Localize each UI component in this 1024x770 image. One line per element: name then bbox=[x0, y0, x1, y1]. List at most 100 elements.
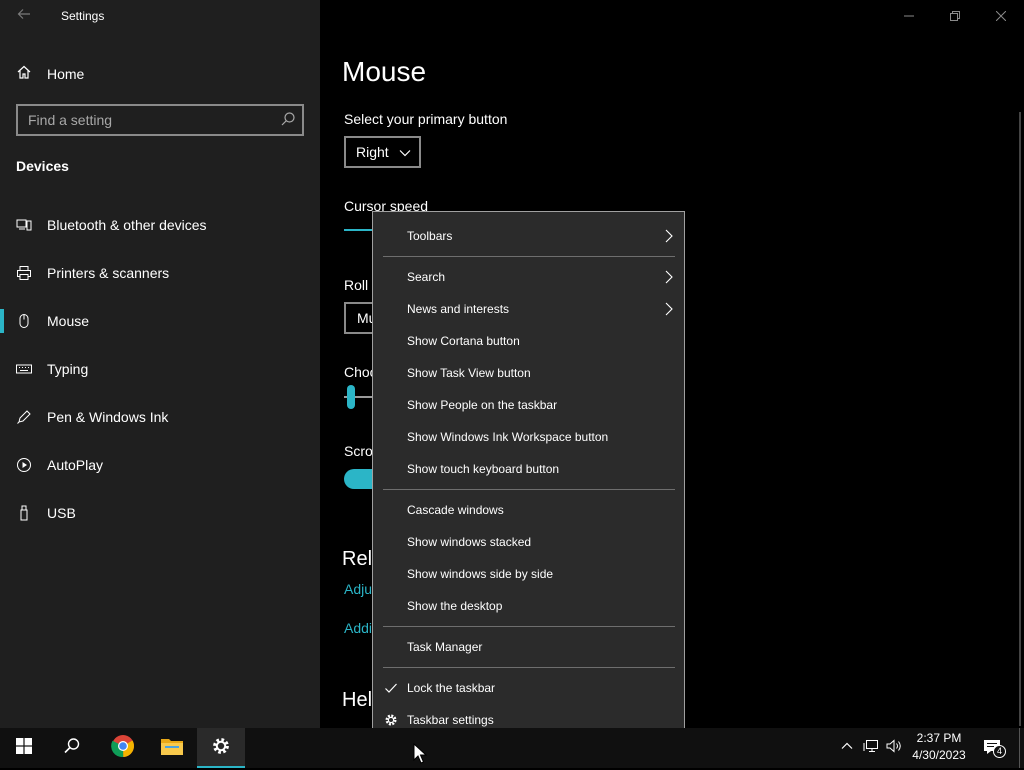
page-title: Mouse bbox=[342, 56, 427, 87]
primary-button-label: Select your primary button bbox=[344, 111, 508, 127]
menu-item-task-manager[interactable]: Task Manager bbox=[373, 631, 684, 663]
scrollbar[interactable] bbox=[1019, 112, 1021, 726]
additional-options-link[interactable]: Addi bbox=[344, 620, 372, 636]
menu-item-label: Show Task View button bbox=[407, 366, 531, 380]
section-title: Devices bbox=[16, 158, 69, 174]
action-center-button[interactable]: 4 bbox=[979, 728, 1009, 768]
menu-item-show-ink-workspace[interactable]: Show Windows Ink Workspace button bbox=[373, 421, 684, 453]
chevron-right-icon bbox=[662, 270, 676, 289]
search-icon bbox=[63, 737, 81, 760]
sidebar-item-label: Printers & scanners bbox=[47, 265, 170, 281]
pen-icon bbox=[16, 409, 32, 425]
start-button[interactable] bbox=[0, 728, 48, 768]
menu-item-windows-side-by-side[interactable]: Show windows side by side bbox=[373, 558, 684, 590]
app-title: Settings bbox=[61, 9, 105, 23]
taskbar-settings-button[interactable] bbox=[197, 728, 245, 768]
sidebar-item-usb[interactable]: USB bbox=[0, 493, 320, 533]
menu-item-label: Taskbar settings bbox=[407, 713, 494, 727]
roll-label: Roll bbox=[344, 277, 369, 293]
taskbar-chrome-button[interactable] bbox=[99, 728, 147, 768]
menu-item-label: Show touch keyboard button bbox=[407, 462, 560, 476]
menu-item-label: Task Manager bbox=[407, 640, 483, 654]
menu-item-show-cortana[interactable]: Show Cortana button bbox=[373, 325, 684, 357]
restore-button[interactable] bbox=[932, 0, 978, 32]
taskbar: 2:37 PM 4/30/2023 4 bbox=[0, 728, 1024, 768]
scroll-inactive-label: Scro bbox=[344, 443, 373, 459]
sidebar-item-label: Typing bbox=[47, 361, 89, 377]
keyboard-icon bbox=[16, 361, 32, 377]
close-button[interactable] bbox=[978, 0, 1024, 32]
menu-item-label: Lock the taskbar bbox=[407, 681, 496, 695]
taskbar-clock[interactable]: 2:37 PM 4/30/2023 bbox=[906, 730, 972, 766]
menu-item-show-desktop[interactable]: Show the desktop bbox=[373, 590, 684, 622]
menu-item-label: Cascade windows bbox=[407, 503, 504, 517]
network-status-button[interactable] bbox=[859, 728, 883, 768]
menu-separator bbox=[383, 489, 675, 490]
sidebar-item-label: USB bbox=[47, 505, 76, 521]
autoplay-icon bbox=[16, 457, 32, 473]
gear-icon bbox=[211, 736, 231, 761]
primary-button-dropdown[interactable]: Right bbox=[344, 136, 421, 168]
volume-button[interactable] bbox=[883, 728, 905, 768]
cursor-speed-slider[interactable] bbox=[344, 229, 374, 231]
menu-item-label: Show Windows Ink Workspace button bbox=[407, 430, 609, 444]
menu-item-windows-stacked[interactable]: Show windows stacked bbox=[373, 526, 684, 558]
help-heading: Hel bbox=[342, 689, 373, 711]
mouse-icon bbox=[16, 313, 32, 329]
menu-item-search[interactable]: Search bbox=[373, 261, 684, 293]
chrome-icon bbox=[111, 734, 135, 763]
sidebar-item-autoplay[interactable]: AutoPlay bbox=[0, 445, 320, 485]
menu-item-cascade-windows[interactable]: Cascade windows bbox=[373, 494, 684, 526]
notification-count-badge: 4 bbox=[993, 745, 1006, 758]
lines-slider-thumb[interactable] bbox=[347, 385, 355, 409]
folder-icon bbox=[161, 737, 183, 760]
adjust-link[interactable]: Adju bbox=[344, 581, 372, 597]
menu-item-label: Show the desktop bbox=[407, 599, 503, 613]
bluetooth-devices-icon bbox=[16, 217, 32, 233]
menu-item-lock-taskbar[interactable]: Lock the taskbar bbox=[373, 672, 684, 704]
sidebar-item-mouse[interactable]: Mouse bbox=[0, 301, 320, 341]
menu-item-toolbars[interactable]: Toolbars bbox=[373, 220, 684, 252]
menu-item-label: Search bbox=[407, 270, 446, 284]
minimize-icon bbox=[904, 15, 914, 17]
menu-item-show-touch-keyboard[interactable]: Show touch keyboard button bbox=[373, 453, 684, 485]
back-arrow-icon[interactable] bbox=[14, 7, 34, 27]
sidebar-item-label: Mouse bbox=[47, 313, 90, 329]
menu-item-news-interests[interactable]: News and interests bbox=[373, 293, 684, 325]
sidebar-item-label: Bluetooth & other devices bbox=[47, 217, 207, 233]
home-icon bbox=[16, 64, 32, 85]
menu-item-label: News and interests bbox=[407, 302, 510, 316]
search-input[interactable] bbox=[18, 106, 302, 134]
gear-icon bbox=[384, 713, 398, 727]
taskbar-file-explorer-button[interactable] bbox=[148, 728, 196, 768]
sidebar-item-label: AutoPlay bbox=[47, 457, 104, 473]
taskbar-search-button[interactable] bbox=[48, 728, 96, 768]
settings-sidebar: Settings Home Devices Bluetooth & other … bbox=[0, 0, 320, 728]
home-nav-item[interactable]: Home bbox=[16, 64, 84, 84]
speaker-icon bbox=[886, 738, 902, 758]
chevron-up-icon bbox=[841, 739, 853, 757]
search-box[interactable] bbox=[16, 104, 304, 136]
sidebar-item-typing[interactable]: Typing bbox=[0, 349, 320, 389]
show-desktop-button[interactable] bbox=[1019, 728, 1024, 768]
mouse-pointer-icon bbox=[413, 742, 428, 765]
sidebar-item-pen[interactable]: Pen & Windows Ink bbox=[0, 397, 320, 437]
menu-item-show-task-view[interactable]: Show Task View button bbox=[373, 357, 684, 389]
menu-item-label: Show Cortana button bbox=[407, 334, 520, 348]
menu-item-label: Toolbars bbox=[407, 229, 453, 243]
menu-separator bbox=[383, 667, 675, 668]
sidebar-item-bluetooth[interactable]: Bluetooth & other devices bbox=[0, 205, 320, 245]
chevron-right-icon bbox=[662, 229, 676, 248]
minimize-button[interactable] bbox=[886, 0, 932, 32]
search-icon[interactable] bbox=[280, 111, 296, 127]
windows-logo-icon bbox=[16, 737, 32, 759]
checkmark-icon bbox=[384, 681, 398, 695]
menu-item-show-people[interactable]: Show People on the taskbar bbox=[373, 389, 684, 421]
menu-separator bbox=[383, 626, 675, 627]
sidebar-item-printers[interactable]: Printers & scanners bbox=[0, 253, 320, 293]
chevron-down-icon bbox=[399, 146, 411, 162]
show-hidden-icons-button[interactable] bbox=[836, 728, 858, 768]
menu-item-label: Show windows stacked bbox=[407, 535, 532, 549]
restore-icon bbox=[950, 11, 960, 21]
notification-icon: 4 bbox=[983, 738, 1006, 758]
